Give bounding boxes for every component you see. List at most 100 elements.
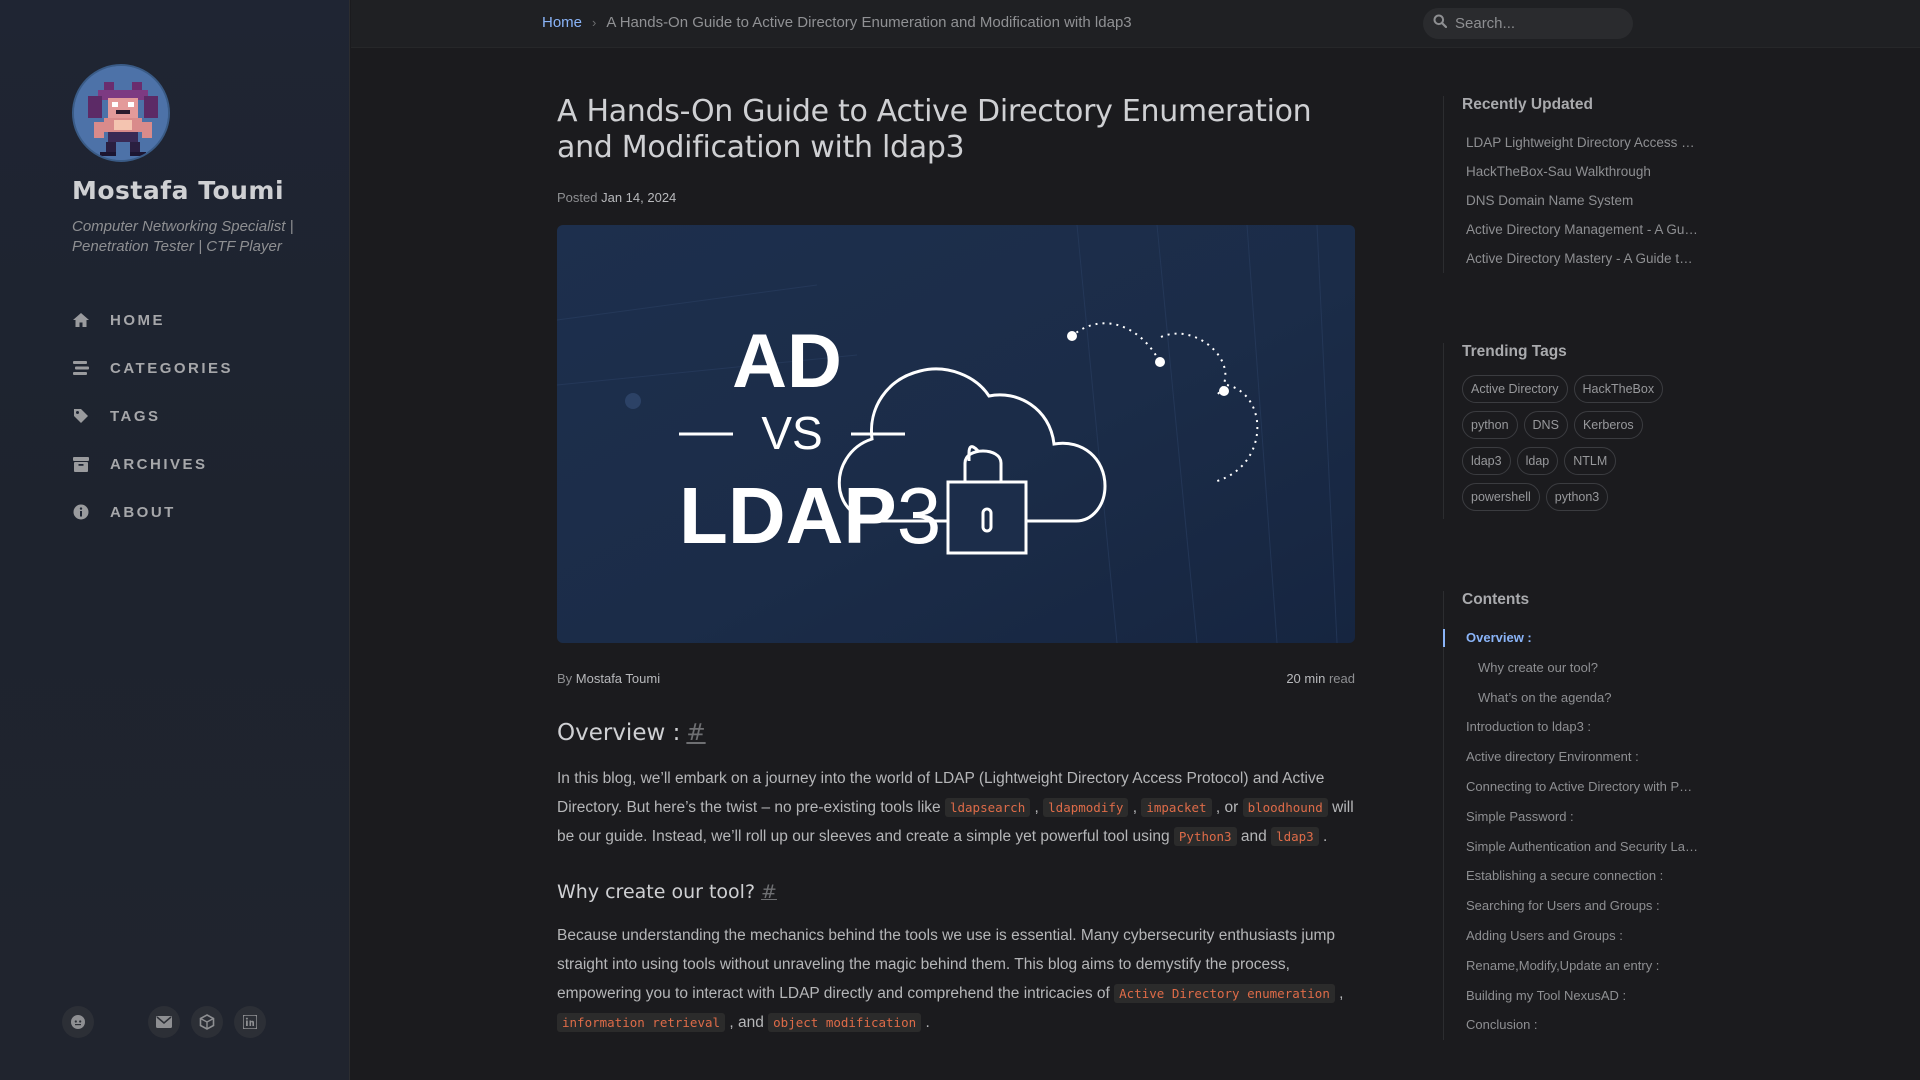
text-run: , (1334, 985, 1344, 1002)
site-subtitle: Computer Networking Specialist | Penetra… (72, 218, 294, 255)
recent-post-link[interactable]: Active Directory Mastery - A Guide to En… (1462, 244, 1698, 273)
heading-anchor-link[interactable]: # (761, 881, 777, 903)
nav-label-archives: ARCHIVES (110, 455, 208, 473)
text-run: . (921, 1014, 930, 1031)
info-circle-icon (72, 503, 90, 521)
text-run: , and (725, 1014, 769, 1031)
post-title: A Hands-On Guide to Active Directory Enu… (557, 94, 1312, 165)
social-links (62, 1006, 277, 1038)
trending-tags-heading: Trending Tags (1462, 343, 1567, 360)
toc-item[interactable]: Overview : (1462, 623, 1698, 653)
tag-chip[interactable]: powershell (1462, 483, 1540, 511)
tag-chip[interactable]: python (1462, 411, 1518, 439)
nav-label-tags: TAGS (110, 407, 161, 425)
topbar: Home › A Hands-On Guide to Active Direct… (351, 0, 1920, 48)
toc-item[interactable]: Active directory Environment : (1462, 742, 1698, 772)
heading-anchor-link[interactable]: # (686, 720, 705, 746)
breadcrumb-home-link[interactable]: Home (542, 14, 582, 31)
site-title[interactable]: Mostafa Toumi (72, 176, 284, 205)
stream-icon (72, 359, 90, 377)
toc-heading: Contents (1462, 591, 1530, 608)
toc-item[interactable]: Introduction to ldap3 : (1462, 712, 1698, 742)
recent-list: LDAP Lightweight Directory Access Protoc… (1462, 128, 1703, 273)
toc-item[interactable]: Rename,Modify,Update an entry : (1462, 951, 1698, 981)
nav-label-categories: CATEGORIES (110, 359, 234, 377)
avatar[interactable] (72, 64, 170, 162)
tag-chip[interactable]: NTLM (1564, 447, 1617, 475)
search-box[interactable] (1423, 8, 1633, 39)
heading-overview-text: Overview : (557, 720, 681, 746)
sidebar: Mostafa Toumi Computer Networking Specia… (0, 0, 350, 1080)
home-icon (72, 311, 90, 329)
recent-post-link[interactable]: Active Directory Management - A Guide (1462, 215, 1698, 244)
right-panel: Recently Updated LDAP Lightweight Direct… (1443, 96, 1703, 1041)
toc-item[interactable]: Searching for Users and Groups : (1462, 891, 1698, 921)
posted-label: Posted (557, 190, 598, 205)
tag-list: Active Directory HackTheBox python DNS K… (1462, 375, 1702, 519)
inline-code: Active Directory enumeration (1114, 984, 1335, 1003)
inline-code: information retrieval (557, 1013, 726, 1032)
toc-item[interactable]: Simple Password : (1462, 802, 1698, 832)
heading-why-create: Why create our tool? # (557, 881, 1355, 903)
toc-item[interactable]: Simple Authentication and Security Layer… (1462, 832, 1698, 862)
post-banner-image: AD VS LDAP3 (557, 225, 1355, 643)
toc-item[interactable]: Adding Users and Groups : (1462, 921, 1698, 951)
github-icon[interactable] (62, 1006, 94, 1038)
text-run: , or (1211, 799, 1243, 816)
post-byline: By Mostafa Toumi 20 min read (557, 671, 1355, 686)
toc-item[interactable]: Why create our tool? (1462, 653, 1698, 683)
search-input[interactable] (1455, 15, 1625, 32)
tag-chip[interactable]: ldap3 (1462, 447, 1511, 475)
email-icon[interactable] (148, 1006, 180, 1038)
nav-item-tags[interactable]: TAGS (72, 392, 233, 440)
breadcrumb-current: A Hands-On Guide to Active Directory Enu… (606, 14, 1132, 31)
toc-item[interactable]: Connecting to Active Directory with Pyth… (1462, 772, 1698, 802)
tag-chip[interactable]: ldap (1516, 447, 1559, 475)
breadcrumb: Home › A Hands-On Guide to Active Direct… (542, 14, 1132, 31)
inline-code: Python3 (1173, 827, 1237, 846)
tag-chip[interactable]: Active Directory (1462, 375, 1568, 403)
recent-post-link[interactable]: DNS Domain Name System (1462, 186, 1698, 215)
why-paragraph: Because understanding the mechanics behi… (557, 921, 1355, 1037)
post-date: Jan 14, 2024 (601, 190, 677, 205)
avatar-image (74, 66, 168, 160)
text-run: . (1318, 828, 1328, 845)
recently-updated: Recently Updated LDAP Lightweight Direct… (1443, 96, 1703, 273)
tag-chip[interactable]: python3 (1545, 483, 1609, 511)
inline-code: impacket (1141, 798, 1212, 817)
nav-item-archives[interactable]: ARCHIVES (72, 440, 233, 488)
toc-active-marker (1443, 629, 1445, 647)
hackthebox-icon[interactable] (191, 1006, 223, 1038)
recent-post-link[interactable]: HackTheBox-Sau Walkthrough (1462, 157, 1698, 186)
overview-paragraph: In this blog, we’ll embark on a journey … (557, 764, 1355, 851)
tag-chip[interactable]: DNS (1523, 411, 1568, 439)
search-icon (1433, 14, 1448, 33)
read-time-minutes: 20 min (1286, 671, 1326, 686)
author-line: By Mostafa Toumi (557, 671, 660, 686)
trending-tags: Trending Tags Active Directory HackTheBo… (1443, 343, 1703, 519)
nav-item-home[interactable]: HOME (72, 296, 233, 344)
toc-item[interactable]: Conclusion : (1462, 1010, 1698, 1040)
banner-ldap-text: LDAP3 (679, 471, 941, 560)
nav-label-home: HOME (110, 311, 165, 329)
table-of-contents: Contents Overview : Why create our tool?… (1443, 591, 1703, 1041)
inline-code: ldapmodify (1043, 798, 1129, 817)
banner-ad-text: AD (732, 319, 842, 404)
read-time: 20 min read (1286, 671, 1355, 686)
linkedin-icon[interactable] (234, 1006, 266, 1038)
text-run: , (1128, 799, 1142, 816)
tag-chip[interactable]: HackTheBox (1573, 375, 1664, 403)
inline-code: ldap3 (1271, 827, 1319, 846)
toc-item[interactable]: Building my Tool NexusAD : (1462, 981, 1698, 1011)
recent-post-link[interactable]: LDAP Lightweight Directory Access Protoc… (1462, 128, 1698, 157)
author-name[interactable]: Mostafa Toumi (576, 671, 660, 686)
text-run: , (1030, 799, 1044, 816)
nav-item-categories[interactable]: CATEGORIES (72, 344, 233, 392)
tag-chip[interactable]: Kerberos (1573, 411, 1643, 439)
toc-item[interactable]: What’s on the agenda? (1462, 683, 1698, 713)
nav-item-about[interactable]: ABOUT (72, 488, 233, 536)
text-run: and (1236, 828, 1272, 845)
toc-item[interactable]: Establishing a secure connection : (1462, 861, 1698, 891)
heading-overview: Overview : # (557, 720, 1355, 746)
sidebar-nav: HOME CATEGORIES TAGS ARCHIVES ABOUT (72, 296, 233, 536)
